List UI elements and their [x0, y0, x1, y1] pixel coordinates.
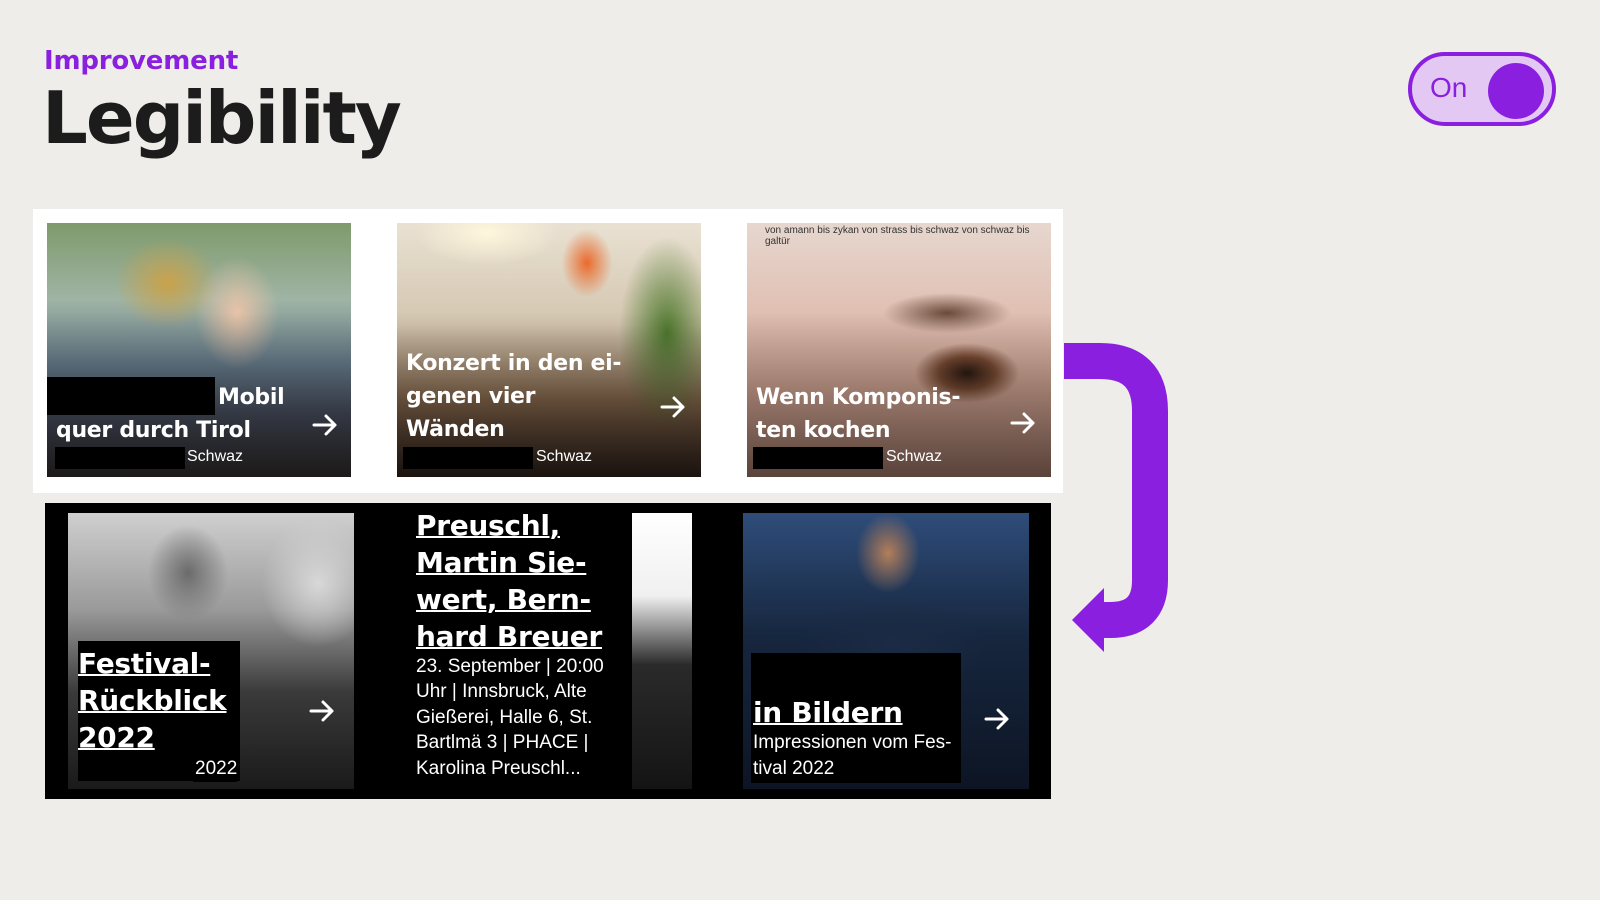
- card-title: Wenn Komponis-: [756, 385, 961, 410]
- arrow-right-icon[interactable]: [308, 697, 336, 725]
- event-card[interactable]: Konzert in den ei- genen vier Wänden Sch…: [397, 223, 701, 477]
- card-image: [632, 513, 692, 789]
- card-location: Schwaz: [886, 448, 943, 465]
- card-title: Mobil: [218, 385, 285, 410]
- card-location: Schwaz: [187, 448, 244, 465]
- card-title: ten kochen: [756, 418, 891, 443]
- card-title: Konzert in den ei-: [406, 351, 622, 376]
- card-subtitle: Bartlmä 3 | PHACE |: [416, 730, 589, 756]
- card-subtitle: Uhr | Innsbruck, Alte: [416, 679, 587, 705]
- card-title: 2022: [78, 719, 155, 756]
- redaction-box: [753, 447, 883, 469]
- event-card[interactable]: von amann bis zykan von strass bis schwa…: [747, 223, 1051, 477]
- card-title: quer durch Tirol: [56, 418, 251, 443]
- redaction-box: [403, 447, 533, 469]
- card-title: Rückblick: [78, 682, 227, 719]
- card-subtitle: tival 2022: [753, 756, 835, 782]
- card-title: Martin Sie-: [416, 544, 587, 581]
- event-card[interactable]: Festival- Rückblick 2022 2022: [68, 513, 354, 789]
- redaction-box: [47, 377, 215, 415]
- arrow-right-icon[interactable]: [983, 705, 1011, 733]
- event-card[interactable]: in Bildern Impressionen vom Fes- tival 2…: [743, 513, 1029, 789]
- improvement-toggle[interactable]: On: [1408, 52, 1556, 126]
- card-title: Preuschl,: [416, 513, 560, 544]
- card-subtitle: 23. September | 20:00: [416, 654, 604, 680]
- before-strip: Mobil quer durch Tirol Schwaz Konzert in…: [33, 209, 1063, 493]
- after-strip: Festival- Rückblick 2022 2022 Preuschl, …: [45, 503, 1051, 799]
- card-title: genen vier: [406, 384, 536, 409]
- arrow-right-icon[interactable]: [311, 411, 339, 439]
- card-subtitle: 2022: [193, 756, 238, 782]
- card-title: hard Breuer: [416, 618, 603, 655]
- image-caption: von amann bis zykan von strass bis schwa…: [765, 225, 1030, 247]
- arrow-right-icon[interactable]: [659, 393, 687, 421]
- card-subtitle: Impressionen vom Fes-: [753, 730, 952, 756]
- card-location: Schwaz: [536, 448, 593, 465]
- card-subtitle: Gießerei, Halle 6, St.: [416, 705, 593, 731]
- page-title: Legibility: [42, 76, 402, 160]
- toggle-knob[interactable]: [1488, 63, 1544, 119]
- curved-arrow-icon: [1064, 343, 1168, 652]
- card-title: in Bildern: [753, 694, 903, 731]
- event-card[interactable]: Mobil quer durch Tirol Schwaz: [47, 223, 351, 477]
- arrow-right-icon[interactable]: [1009, 409, 1037, 437]
- toggle-label: On: [1430, 72, 1468, 103]
- eyebrow-label: Improvement: [44, 46, 239, 76]
- card-title: wert, Bern-: [416, 581, 591, 618]
- event-card[interactable]: Preuschl, Martin Sie- wert, Bern- hard B…: [406, 513, 692, 789]
- card-title: Festival-: [78, 645, 211, 682]
- card-title: Wänden: [406, 417, 505, 442]
- redaction-box: [55, 447, 185, 469]
- card-subtitle: Karolina Preuschl...: [416, 756, 581, 782]
